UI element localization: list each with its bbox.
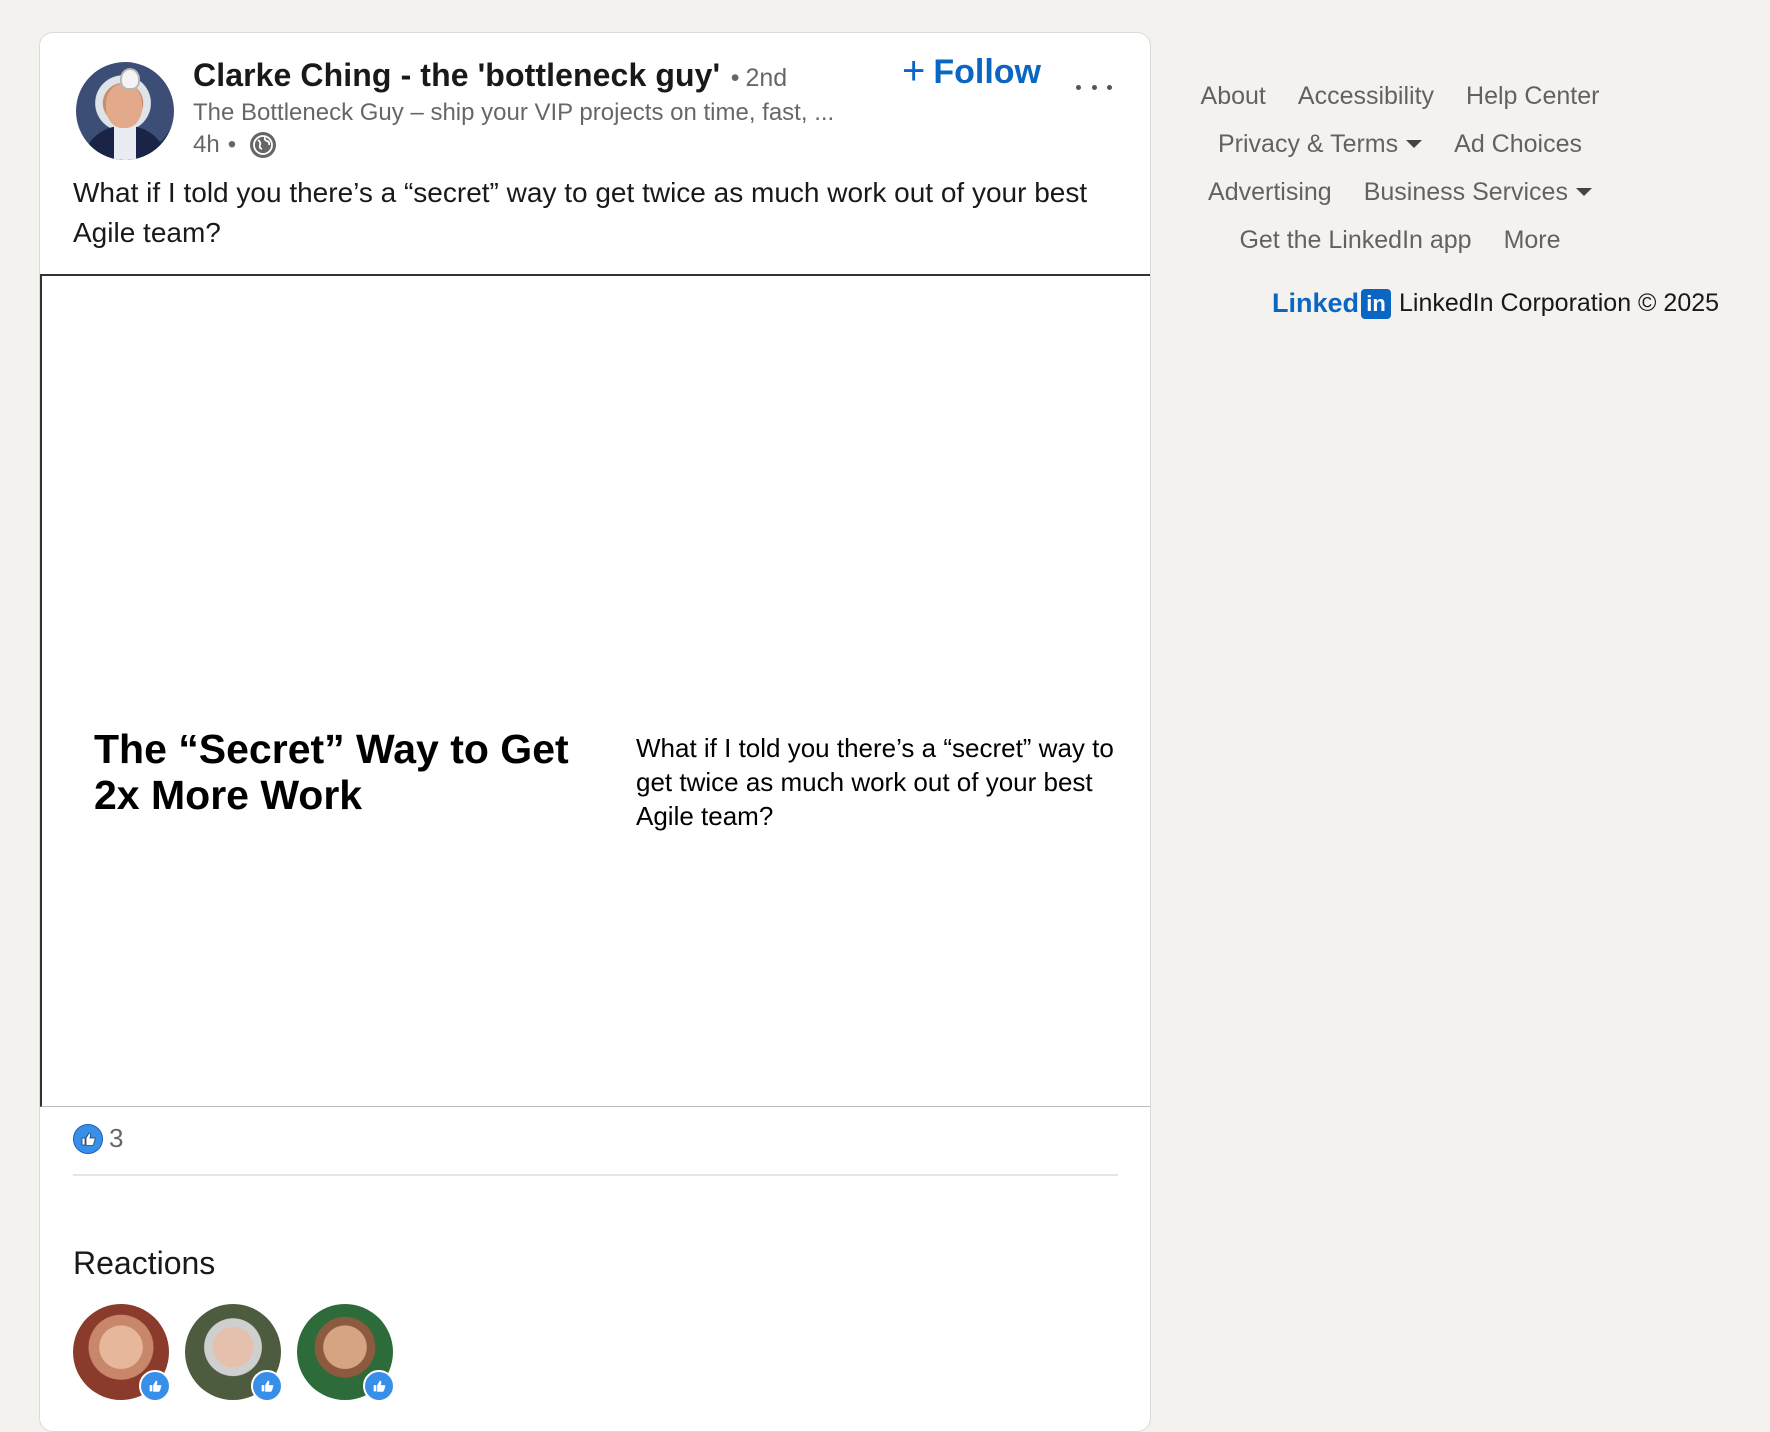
- follow-label: Follow: [933, 53, 1042, 91]
- footer-row: Get the LinkedIn app More: [1190, 216, 1610, 264]
- avatar-glass: [120, 68, 140, 90]
- meta-separator: •: [227, 131, 237, 158]
- author-row: Clarke Ching - the 'bottleneck guy' • 2nd: [193, 57, 787, 94]
- reaction-summary[interactable]: 3: [73, 1123, 123, 1154]
- reactions-heading: Reactions: [73, 1245, 216, 1281]
- dot-3: [1107, 84, 1112, 90]
- author-name[interactable]: Clarke Ching - the 'bottleneck guy': [193, 57, 720, 93]
- follow-button[interactable]: + Follow: [902, 48, 1042, 93]
- footer-row: About Accessibility Help Center: [1190, 72, 1610, 120]
- dot-1: [1076, 84, 1081, 90]
- footer-nav: About Accessibility Help Center Privacy …: [1190, 72, 1610, 264]
- degree-label: 2nd: [745, 64, 788, 92]
- footer-row: Privacy & Terms Ad Choices: [1190, 120, 1610, 168]
- post-media-document[interactable]: The “Secret” Way to Get 2x More Work Wha…: [40, 274, 1150, 1107]
- author-headline: The Bottleneck Guy – ship your VIP proje…: [193, 99, 835, 126]
- media-title: The “Secret” Way to Get 2x More Work: [94, 726, 569, 818]
- footer-link-ad-choices[interactable]: Ad Choices: [1454, 130, 1582, 159]
- media-description: What if I told you there’s a “secret” wa…: [636, 733, 1114, 831]
- footer-link-business-services[interactable]: Business Services: [1364, 178, 1592, 207]
- globe-icon: [250, 132, 277, 158]
- footer-copyright: Linked in LinkedIn Corporation © 2025: [1272, 288, 1719, 319]
- linkedin-logo-text: Linked: [1272, 288, 1360, 318]
- reactors-list: [73, 1304, 395, 1402]
- more-options-icon[interactable]: [1076, 79, 1112, 95]
- footer-link-privacy-terms[interactable]: Privacy & Terms: [1218, 129, 1423, 159]
- footer-link-get-app[interactable]: Get the LinkedIn app: [1239, 226, 1471, 255]
- dot-2: [1091, 84, 1097, 90]
- author-avatar[interactable]: [76, 62, 174, 160]
- like-icon: [139, 1370, 171, 1402]
- reaction-count: 3: [109, 1123, 124, 1153]
- copyright-text: LinkedIn Corporation © 2025: [1399, 289, 1720, 317]
- footer-row: Advertising Business Services: [1190, 168, 1610, 216]
- business-services-label: Business Services: [1363, 177, 1568, 206]
- footer-link-more[interactable]: More: [1504, 226, 1561, 255]
- reactor-avatar[interactable]: [297, 1304, 395, 1402]
- like-icon: [363, 1370, 395, 1402]
- like-icon: [251, 1370, 283, 1402]
- post-timestamp: 4h: [193, 131, 220, 158]
- caret-down-icon: [1575, 188, 1592, 196]
- privacy-terms-label: Privacy & Terms: [1218, 129, 1399, 158]
- post-body-text: What if I told you there’s a “secret” wa…: [73, 177, 1088, 248]
- feed-post-card: Clarke Ching - the 'bottleneck guy' • 2nd…: [39, 32, 1151, 1432]
- caret-down-icon: [1406, 140, 1423, 148]
- reactor-avatar[interactable]: [73, 1304, 171, 1402]
- footer-link-help-center[interactable]: Help Center: [1466, 82, 1599, 111]
- footer-link-accessibility[interactable]: Accessibility: [1298, 82, 1434, 111]
- footer-link-advertising[interactable]: Advertising: [1208, 178, 1332, 207]
- reactor-avatar[interactable]: [185, 1304, 283, 1402]
- linkedin-logo: Linked in: [1272, 288, 1392, 319]
- linkedin-logo-in: in: [1361, 288, 1392, 319]
- connection-degree: • 2nd: [731, 64, 787, 92]
- avatar-shirt: [114, 126, 136, 160]
- degree-separator: •: [730, 64, 740, 92]
- post-meta: 4h •: [193, 131, 277, 159]
- like-icon: [73, 1123, 103, 1154]
- divider: [73, 1174, 1118, 1176]
- avatar-face: [106, 84, 142, 128]
- footer-link-about[interactable]: About: [1201, 82, 1266, 111]
- plus-icon: +: [902, 48, 926, 93]
